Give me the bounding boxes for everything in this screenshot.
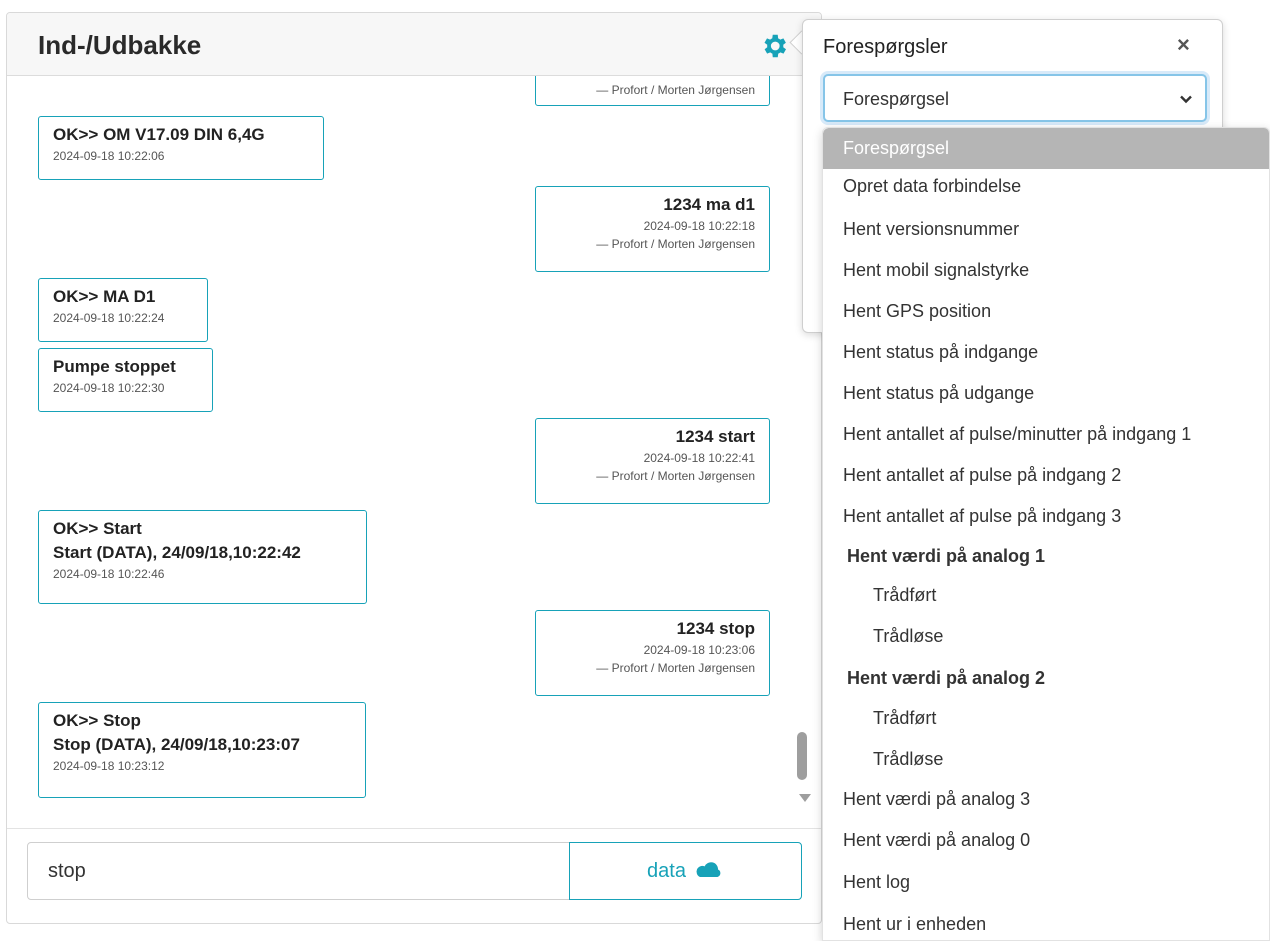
message-author: — Profort / Morten Jørgensen <box>596 469 755 483</box>
message-time: 2024-09-18 10:23:06 <box>643 643 755 657</box>
message-time: 2024-09-18 10:22:41 <box>643 451 755 465</box>
send-button-label: data <box>647 859 686 882</box>
message-time: 2024-09-18 10:22:18 <box>643 219 755 233</box>
outgoing-message: — Profort / Morten Jørgensen <box>535 76 770 106</box>
message-text: 1234 start <box>675 427 755 446</box>
message-time: 2024-09-18 10:22:46 <box>53 567 165 581</box>
message-text: 1234 stop <box>676 619 755 638</box>
message-time: 2024-09-18 10:22:30 <box>53 381 165 395</box>
request-dropdown-list: Forespørgsel Opret data forbindelse Hent v… <box>822 127 1270 941</box>
dropdown-option[interactable]: Hent log <box>823 862 1269 903</box>
message-text: Start (DATA), 24/09/18,10:22:42 <box>53 543 301 562</box>
dropdown-option[interactable]: Forespørgsel <box>823 128 1269 169</box>
scrollbar-thumb[interactable] <box>797 732 807 780</box>
dropdown-option[interactable]: Hent GPS position <box>823 291 1269 332</box>
dropdown-option[interactable]: Hent ur i enheden <box>823 904 1269 940</box>
send-data-button[interactable]: data <box>569 842 802 900</box>
incoming-message: OK>> OM V17.09 DIN 6,4G 2024-09-18 10:22… <box>38 116 324 180</box>
outgoing-message: 1234 stop 2024-09-18 10:23:06 — Profort … <box>535 610 770 696</box>
dropdown-option[interactable]: Trådløse <box>823 616 1269 657</box>
dropdown-option[interactable]: Hent mobil signalstyrke <box>823 250 1269 291</box>
dropdown-option[interactable]: Trådført <box>823 575 1269 616</box>
panel-title: Ind-/Udbakke <box>38 30 202 60</box>
composer: data <box>27 842 803 900</box>
dropdown-option[interactable]: Hent status på udgange <box>823 373 1269 414</box>
message-time: 2024-09-18 10:23:12 <box>53 759 165 773</box>
dropdown-option[interactable]: Hent status på indgange <box>823 332 1269 373</box>
message-author: — Profort / Morten Jørgensen <box>596 83 755 97</box>
message-author: — Profort / Morten Jørgensen <box>596 661 755 675</box>
outgoing-message: 1234 ma d1 2024-09-18 10:22:18 — Profort… <box>535 186 770 272</box>
dropdown-option[interactable]: Hent antallet af pulse på indgang 2 <box>823 455 1269 496</box>
message-text: OK>> MA D1 <box>53 287 156 306</box>
dropdown-option[interactable]: Hent antallet af pulse/minutter på indga… <box>823 414 1269 455</box>
close-icon[interactable]: × <box>1177 32 1190 58</box>
message-time: 2024-09-18 10:22:06 <box>53 149 165 163</box>
message-text: 1234 ma d1 <box>663 195 755 214</box>
dropdown-option[interactable]: Hent versionsnummer <box>823 209 1269 250</box>
incoming-message: OK>> Start Start (DATA), 24/09/18,10:22:… <box>38 510 367 604</box>
message-text: OK>> Start <box>53 519 142 538</box>
message-text: Stop (DATA), 24/09/18,10:23:07 <box>53 735 300 754</box>
message-input[interactable] <box>27 842 570 900</box>
composer-divider <box>7 828 821 829</box>
option-group-label: Hent værdi på analog 1 <box>847 546 1046 566</box>
dropdown-option[interactable]: Trådløse <box>823 739 1269 780</box>
dropdown-option[interactable]: Trådført <box>823 698 1269 739</box>
incoming-message: Pumpe stoppet 2024-09-18 10:22:30 <box>38 348 213 412</box>
dropdown-option[interactable]: Hent værdi på analog 0 <box>823 820 1269 861</box>
gear-icon[interactable] <box>759 31 789 61</box>
panel-header: Ind-/Udbakke <box>7 13 821 76</box>
message-time: 2024-09-18 10:22:24 <box>53 311 165 325</box>
dropdown-option[interactable]: Hent antallet af pulse på indgang 3 <box>823 496 1269 537</box>
message-text: OK>> OM V17.09 DIN 6,4G <box>53 125 265 144</box>
incoming-message: OK>> MA D1 2024-09-18 10:22:24 <box>38 278 208 342</box>
message-text: OK>> Stop <box>53 711 141 730</box>
select-value: Forespørgsel <box>843 89 950 109</box>
message-list[interactable]: — Profort / Morten Jørgensen OK>> OM V17… <box>7 76 807 828</box>
popover-title: Forespørgsler <box>823 36 948 58</box>
dropdown-option[interactable]: Opret data forbindelse <box>823 166 1269 207</box>
dropdown-option[interactable]: Hent værdi på analog 3 <box>823 779 1269 820</box>
cloud-icon <box>696 862 721 877</box>
scroll-down-arrow[interactable] <box>799 794 811 802</box>
message-author: — Profort / Morten Jørgensen <box>596 237 755 251</box>
request-select[interactable]: Forespørgsel <box>823 74 1207 122</box>
outgoing-message: 1234 start 2024-09-18 10:22:41 — Profort… <box>535 418 770 504</box>
chevron-down-icon <box>1180 95 1192 104</box>
inbox-outbox-panel: Ind-/Udbakke — Profort / Morten Jørgense… <box>6 12 822 924</box>
message-text: Pumpe stoppet <box>53 357 176 376</box>
incoming-message: OK>> Stop Stop (DATA), 24/09/18,10:23:07… <box>38 702 366 798</box>
option-group-label: Hent værdi på analog 2 <box>847 668 1046 688</box>
